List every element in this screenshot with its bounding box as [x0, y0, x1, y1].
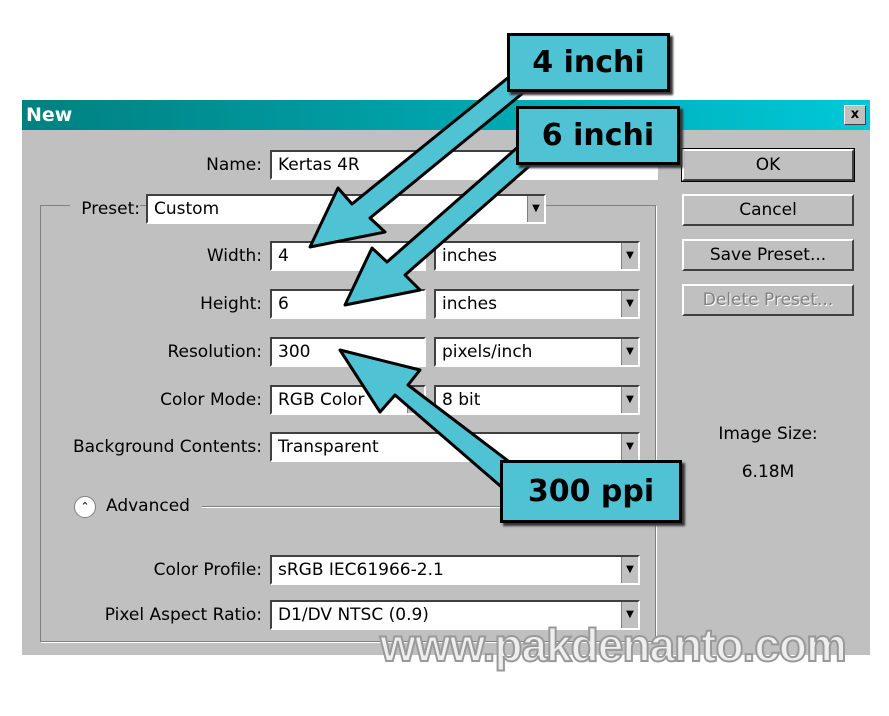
watermark: www.pakdenanto.com — [379, 618, 848, 672]
arrow-to-resolution — [338, 348, 522, 492]
callout-resolution: 300 ppi — [500, 460, 682, 523]
callout-height: 6 inchi — [516, 106, 680, 165]
callout-width: 4 inchi — [507, 33, 670, 92]
callout-arrows — [308, 58, 552, 492]
